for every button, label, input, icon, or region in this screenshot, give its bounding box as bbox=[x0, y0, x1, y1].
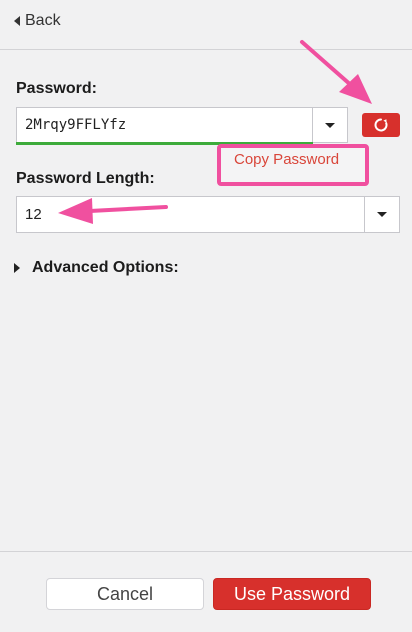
back-label: Back bbox=[25, 12, 61, 29]
password-value: 2Mrqy9FFLYfz bbox=[25, 117, 127, 133]
chevron-down-icon bbox=[377, 212, 387, 217]
password-label: Password: bbox=[16, 80, 97, 97]
password-length-dropdown-button[interactable] bbox=[364, 197, 399, 232]
advanced-options-label: Advanced Options: bbox=[32, 259, 179, 276]
back-link[interactable]: Back bbox=[14, 10, 61, 32]
password-length-select[interactable]: 12 bbox=[16, 196, 400, 233]
refresh-icon bbox=[374, 118, 388, 132]
password-length-value: 12 bbox=[25, 206, 42, 223]
cancel-button[interactable]: Cancel bbox=[46, 578, 204, 610]
advanced-options-toggle[interactable]: Advanced Options: bbox=[14, 259, 179, 277]
header-divider bbox=[0, 49, 412, 50]
chevron-down-icon bbox=[325, 122, 335, 128]
regenerate-button[interactable] bbox=[362, 113, 400, 137]
chevron-left-icon bbox=[14, 16, 20, 26]
password-field[interactable]: 2Mrqy9FFLYfz bbox=[16, 107, 348, 143]
chevron-right-icon bbox=[14, 263, 20, 273]
annotation-arrow bbox=[339, 74, 372, 104]
copy-password-link[interactable]: Copy Password bbox=[234, 151, 339, 168]
password-dropdown-button[interactable] bbox=[312, 108, 347, 142]
use-password-button[interactable]: Use Password bbox=[213, 578, 371, 610]
footer-divider bbox=[0, 551, 412, 552]
password-length-label: Password Length: bbox=[16, 170, 155, 187]
